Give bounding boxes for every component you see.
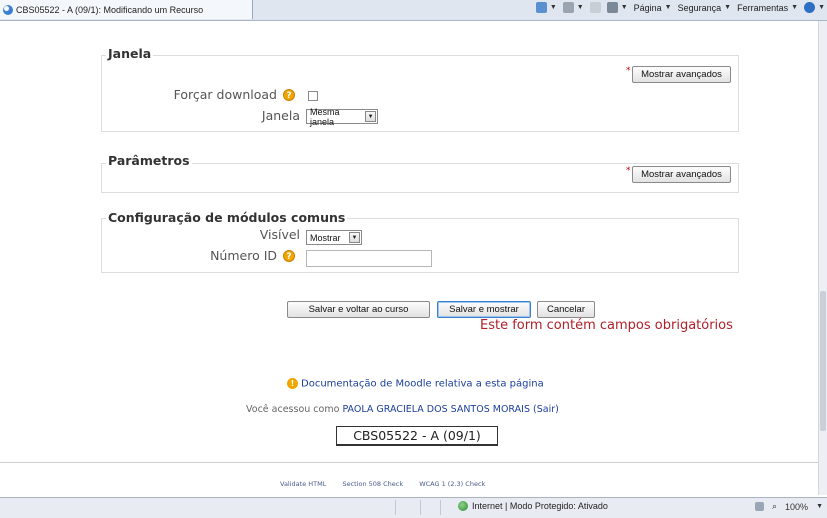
browser-toolbar: CBS05522 - A (09/1): Modificando um Recu… — [0, 0, 827, 21]
janela-label: Janela — [261, 108, 300, 123]
logout-link[interactable]: (Sair) — [533, 404, 559, 415]
help-icon — [804, 2, 816, 13]
janela-legend: Janela — [106, 46, 154, 61]
save-return-button[interactable]: Salvar e voltar ao curso — [287, 301, 430, 318]
logged-in-line: Você acessou como PAOLA GRACIELA DOS SAN… — [246, 404, 559, 415]
help-icon[interactable]: ? — [283, 88, 295, 101]
validation-links: Validate HTML Section 508 Check WCAG 1 (… — [273, 480, 492, 488]
security-zone[interactable]: Internet | Modo Protegido: Ativado — [458, 501, 608, 511]
chevron-down-icon: ▼ — [365, 111, 376, 122]
required-fields-message: Este form contém campos obrigatórios — [480, 318, 733, 333]
vertical-scrollbar[interactable] — [818, 21, 827, 495]
janela-select[interactable]: Mesma janela ▼ — [306, 107, 378, 127]
modulos-legend: Configuração de módulos comuns — [106, 210, 348, 225]
protected-mode-icon — [754, 502, 764, 511]
validate-html-link[interactable]: Validate HTML — [280, 480, 326, 488]
parametros-legend: Parâmetros — [106, 153, 192, 168]
zoom-control[interactable]: ⌕ 100% ▼ — [754, 501, 823, 512]
numero-id-input[interactable] — [306, 250, 432, 267]
chevron-down-icon: ▼ — [349, 232, 360, 243]
wcag-link[interactable]: WCAG 1 (2.3) Check — [419, 480, 485, 488]
chevron-down-icon: ▼ — [816, 503, 823, 510]
scrollbar-thumb[interactable] — [820, 291, 826, 431]
ie-favicon-icon — [3, 4, 13, 15]
footer-divider — [0, 462, 827, 463]
tools-menu[interactable]: Ferramentas ▼ — [737, 3, 798, 13]
magnifier-icon: ⌕ — [771, 501, 778, 511]
docs-link[interactable]: Documentação de Moodle relativa a esta p… — [301, 379, 544, 390]
feeds-button[interactable]: ▼ — [562, 2, 584, 13]
advanced-marker: * — [626, 166, 631, 176]
mail-button[interactable] — [589, 2, 601, 13]
advanced-marker: * — [626, 66, 631, 76]
help-menu[interactable]: ▼ — [804, 2, 825, 13]
command-bar: ▼ ▼ ▼ Página ▼ Segurança ▼ Ferramentas ▼ ▼ — [535, 2, 825, 13]
page-menu[interactable]: Página ▼ — [634, 3, 672, 13]
help-icon[interactable]: ? — [283, 249, 295, 262]
janela-show-advanced-button[interactable]: Mostrar avançados — [632, 66, 731, 83]
status-bar: Internet | Modo Protegido: Ativado ⌕ 100… — [0, 497, 827, 518]
globe-icon — [458, 501, 468, 511]
save-show-button[interactable]: Salvar e mostrar — [437, 301, 531, 318]
info-icon: ! — [287, 378, 298, 389]
cancel-button[interactable]: Cancelar — [537, 301, 595, 318]
forcar-download-label: Forçar download ? — [155, 87, 295, 102]
browser-tab[interactable]: CBS05522 - A (09/1): Modificando um Recu… — [0, 0, 253, 19]
numero-id-label: Número ID ? — [160, 248, 295, 263]
course-link[interactable]: CBS05522 - A (09/1) — [336, 426, 498, 446]
home-button[interactable]: ▼ — [535, 2, 557, 13]
visivel-label: Visível — [259, 227, 300, 242]
home-icon — [535, 2, 547, 13]
security-menu[interactable]: Segurança ▼ — [678, 3, 731, 13]
feeds-icon — [562, 2, 574, 13]
section-508-link[interactable]: Section 508 Check — [342, 480, 403, 488]
docs-line: ! Documentação de Moodle relativa a esta … — [287, 378, 544, 390]
mail-icon — [589, 2, 601, 13]
forcar-download-checkbox[interactable] — [308, 91, 318, 101]
print-button[interactable]: ▼ — [606, 2, 628, 13]
user-profile-link[interactable]: PAOLA GRACIELA DOS SANTOS MORAIS — [342, 404, 530, 415]
visivel-select[interactable]: Mostrar ▼ — [306, 230, 362, 245]
parametros-show-advanced-button[interactable]: Mostrar avançados — [632, 166, 731, 183]
print-icon — [606, 2, 618, 13]
browser-tab-title: CBS05522 - A (09/1): Modificando um Recu… — [16, 4, 204, 15]
